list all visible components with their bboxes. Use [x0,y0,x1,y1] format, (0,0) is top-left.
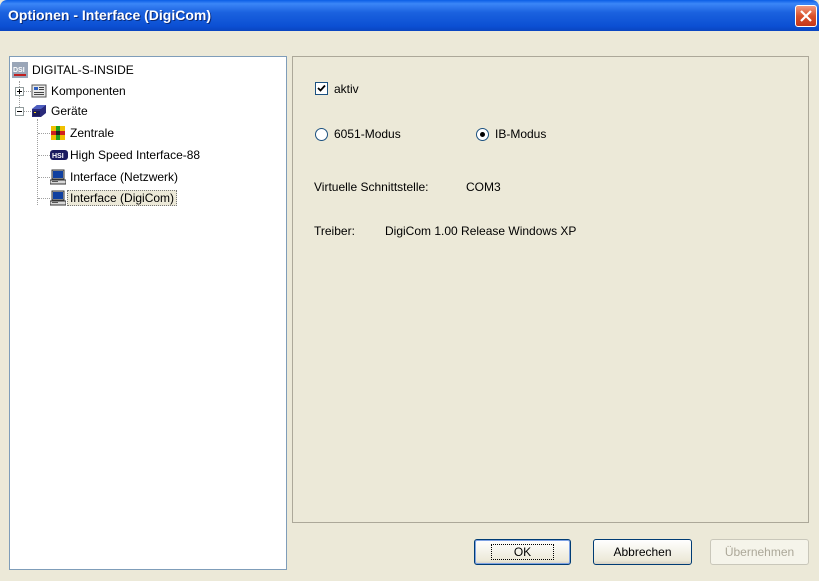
hsi-icon: HSI [50,147,68,163]
aktiv-label[interactable]: aktiv [334,82,359,96]
tree-item-label: DIGITAL-S-INSIDE [32,63,134,77]
tree-connector [37,119,38,205]
close-icon [800,10,812,22]
tree-item-label: Komponenten [51,84,126,98]
tree-item-label: Interface (Netzwerk) [70,170,179,184]
checkmark-icon [317,84,326,92]
tree-item-label: Interface (DigiCom) [67,190,178,206]
apply-button[interactable]: Übernehmen [710,539,809,565]
svg-text:DSI: DSI [13,67,25,74]
components-icon [31,83,47,99]
driver-label: Treiber: [314,224,355,238]
mode-6051-label[interactable]: 6051-Modus [334,127,401,141]
cancel-button[interactable]: Abbrechen [593,539,692,565]
close-button[interactable] [795,5,817,27]
tree-connector [38,155,50,156]
apply-button-label: Übernehmen [724,545,795,559]
tree-item-root[interactable]: DSI DIGITAL-S-INSIDE [12,61,134,79]
aktiv-checkbox[interactable] [315,82,328,95]
tree-item-interface-digicom[interactable]: Interface (DigiCom) [49,189,178,207]
driver-value: DigiCom 1.00 Release Windows XP [385,224,577,238]
svg-text:HSI: HSI [52,153,64,160]
tree-connector [38,177,50,178]
expand-button[interactable] [15,87,24,96]
mode-ib-radio[interactable] [476,128,489,141]
tree-item-label: Geräte [51,104,88,118]
computer-icon [49,169,67,185]
mode-ib-label[interactable]: IB-Modus [495,127,546,141]
collapse-button[interactable] [15,107,24,116]
computer-icon [49,190,67,206]
tree-item-komponenten[interactable]: Komponenten [31,82,126,100]
ok-button-label: OK [490,544,555,560]
mode-6051-radio[interactable] [315,128,328,141]
cancel-button-label: Abbrechen [613,545,672,559]
dsi-logo-icon: DSI [12,62,28,78]
ok-button[interactable]: OK [474,539,571,565]
tree-connector [38,133,50,134]
options-tree[interactable]: DSI DIGITAL-S-INSIDE Komponenten Geräte … [9,56,287,570]
tree-item-geraete[interactable]: Geräte [31,102,88,120]
port-label: Virtuelle Schnittstelle: [314,180,429,194]
window-title: Optionen - Interface (DigiCom) [8,7,211,23]
tree-item-label: High Speed Interface-88 [70,148,201,162]
tree-connector [38,198,50,199]
radio-selected-dot [480,132,485,137]
tree-item-label: Zentrale [70,126,115,140]
tree-item-hsi[interactable]: HSI High Speed Interface-88 [50,146,200,164]
tree-item-zentrale[interactable]: Zentrale [50,124,114,142]
port-value: COM3 [466,180,501,194]
title-bar[interactable]: Optionen - Interface (DigiCom) [0,0,819,31]
central-unit-icon [50,125,66,141]
tree-item-interface-netzwerk[interactable]: Interface (Netzwerk) [49,168,179,186]
devices-icon [31,103,47,119]
